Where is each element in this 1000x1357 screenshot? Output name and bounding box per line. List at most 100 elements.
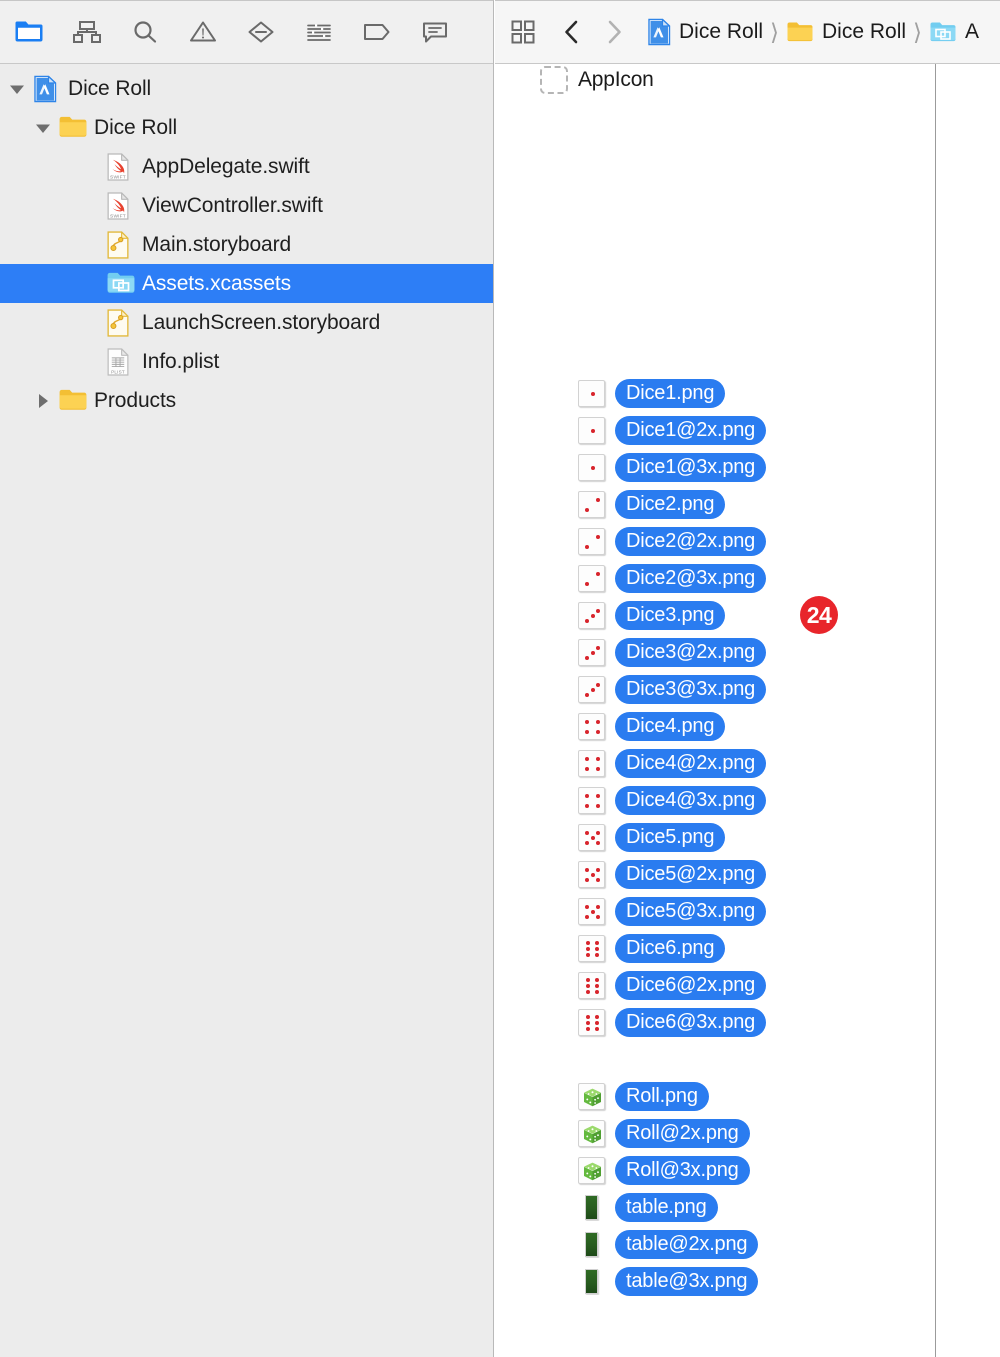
asset-item[interactable]: Dice6.png (578, 933, 726, 963)
tree-item-dice-roll[interactable]: Dice Roll (0, 69, 493, 108)
die-pip (595, 534, 600, 539)
asset-item-label[interactable]: Dice4@3x.png (615, 785, 767, 815)
storyboard-file-icon (106, 230, 132, 259)
asset-item-label[interactable]: Dice3@3x.png (615, 674, 767, 704)
asset-item[interactable]: Dice4@2x.png (578, 748, 767, 778)
search-icon[interactable] (116, 10, 174, 54)
tree-item-dice-roll[interactable]: Dice Roll (0, 108, 493, 147)
asset-item-label[interactable]: Dice2.png (615, 489, 726, 519)
breadcrumb-item-group[interactable]: Dice Roll (786, 20, 906, 44)
asset-item[interactable]: Dice6@2x.png (578, 970, 767, 1000)
asset-item-label[interactable]: Dice3@2x.png (615, 637, 767, 667)
asset-item[interactable]: Dice1@2x.png (578, 415, 767, 445)
asset-item-label[interactable]: Roll.png (615, 1081, 709, 1111)
tree-item-launchscreen-storyboard[interactable]: LaunchScreen.storyboard (0, 303, 493, 342)
assistant-grid-icon[interactable] (495, 19, 551, 45)
tree-item-assets-xcassets[interactable]: Assets.xcassets (0, 264, 493, 303)
back-button[interactable] (551, 19, 593, 45)
asset-item-label[interactable]: Dice2@3x.png (615, 563, 767, 593)
die-face-3 (582, 606, 603, 627)
die-pip (585, 841, 590, 846)
report-bubble-icon[interactable] (406, 10, 464, 54)
die-pip (595, 608, 600, 613)
asset-item-appicon[interactable]: AppIcon (540, 66, 654, 94)
asset-item[interactable]: Dice5@2x.png (578, 859, 767, 889)
project-tree[interactable]: Dice Roll Dice Roll SWIFT AppDelegate.sw… (0, 64, 493, 1357)
asset-item[interactable]: Dice6@3x.png (578, 1007, 767, 1037)
asset-item[interactable]: Roll@2x.png (578, 1118, 750, 1148)
asset-item[interactable]: Dice5.png (578, 822, 726, 852)
die-face-2 (582, 569, 603, 590)
asset-item-label[interactable]: Dice1.png (615, 378, 726, 408)
asset-item-label[interactable]: Dice4.png (615, 711, 726, 741)
die-face-5 (582, 902, 603, 923)
tree-item-viewcontroller-swift[interactable]: SWIFT ViewController.swift (0, 186, 493, 225)
asset-item[interactable]: table.png (578, 1192, 718, 1222)
asset-item-label[interactable]: Dice6@3x.png (615, 1007, 767, 1037)
asset-item-label[interactable]: Dice6@2x.png (615, 970, 767, 1000)
green-cube-icon (584, 1162, 601, 1180)
die-pip (590, 392, 595, 396)
asset-item-label[interactable]: Dice2@2x.png (615, 526, 767, 556)
disclosure-triangle-icon[interactable] (32, 117, 54, 139)
tree-item-label: Dice Roll (94, 115, 178, 139)
asset-item-label[interactable]: table.png (615, 1192, 718, 1222)
die-pip (590, 429, 595, 433)
asset-item[interactable]: Dice4.png (578, 711, 726, 741)
die-pip (585, 793, 590, 798)
hierarchy-navigator-icon[interactable] (58, 10, 116, 54)
breadcrumb-item-project[interactable]: Dice Roll (647, 18, 763, 46)
asset-item[interactable]: Roll.png (578, 1081, 709, 1111)
debug-list-icon[interactable] (290, 10, 348, 54)
die-face-6 (582, 976, 603, 997)
die-face-4 (582, 717, 603, 738)
project-navigator-icon[interactable] (0, 10, 58, 54)
breadcrumb-item-assets[interactable]: A (929, 20, 979, 44)
asset-item[interactable]: Dice2@2x.png (578, 526, 767, 556)
die-pip (585, 947, 590, 951)
forward-button[interactable] (593, 19, 635, 45)
asset-item[interactable]: Dice3.png (578, 600, 726, 630)
asset-item-label[interactable]: Dice6.png (615, 933, 726, 963)
thumb-inner (582, 1161, 603, 1182)
asset-item-label[interactable]: table@3x.png (615, 1266, 759, 1296)
tree-item-appdelegate-swift[interactable]: SWIFT AppDelegate.swift (0, 147, 493, 186)
asset-item[interactable]: Dice4@3x.png (578, 785, 767, 815)
asset-item[interactable]: Dice5@3x.png (578, 896, 767, 926)
tree-item-info-plist[interactable]: PLIST Info.plist (0, 342, 493, 381)
breakpoint-tag-icon[interactable] (348, 10, 406, 54)
asset-item[interactable]: table@2x.png (578, 1229, 759, 1259)
asset-item[interactable]: Dice2.png (578, 489, 726, 519)
tree-item-label: Info.plist (142, 349, 220, 373)
warning-triangle-icon[interactable] (174, 10, 232, 54)
asset-item-label[interactable]: Roll@3x.png (615, 1155, 750, 1185)
tree-item-products[interactable]: Products (0, 381, 493, 420)
die-pip (590, 614, 595, 618)
tree-item-label: LaunchScreen.storyboard (142, 310, 381, 334)
asset-item[interactable]: table@3x.png (578, 1266, 759, 1296)
asset-item[interactable]: Dice3@3x.png (578, 674, 767, 704)
asset-item-label[interactable]: Dice5.png (615, 822, 726, 852)
asset-item-label[interactable]: Dice5@3x.png (615, 896, 767, 926)
asset-item[interactable]: Dice1.png (578, 378, 726, 408)
asset-item-label[interactable]: Dice5@2x.png (615, 859, 767, 889)
die-pip (590, 651, 595, 655)
asset-item[interactable]: Dice3@2x.png (578, 637, 767, 667)
asset-item-label[interactable]: Dice3.png (615, 600, 726, 630)
breadcrumb-label: A (965, 20, 980, 43)
asset-item[interactable]: Dice2@3x.png (578, 563, 767, 593)
asset-item-label[interactable]: Dice4@2x.png (615, 748, 767, 778)
asset-item-label[interactable]: Dice1@2x.png (615, 415, 767, 445)
disclosure-triangle-icon[interactable] (6, 78, 28, 100)
swift-file-icon: SWIFT (106, 191, 132, 220)
asset-item-label[interactable]: Dice1@3x.png (615, 452, 767, 482)
asset-item-label[interactable]: table@2x.png (615, 1229, 759, 1259)
folder-yellow-icon (786, 20, 814, 44)
asset-item[interactable]: Roll@3x.png (578, 1155, 750, 1185)
asset-thumbnail (578, 1008, 605, 1036)
asset-item[interactable]: Dice1@3x.png (578, 452, 767, 482)
disclosure-triangle-icon[interactable] (32, 390, 54, 412)
test-diamond-icon[interactable] (232, 10, 290, 54)
asset-item-label[interactable]: Roll@2x.png (615, 1118, 750, 1148)
tree-item-main-storyboard[interactable]: Main.storyboard (0, 225, 493, 264)
